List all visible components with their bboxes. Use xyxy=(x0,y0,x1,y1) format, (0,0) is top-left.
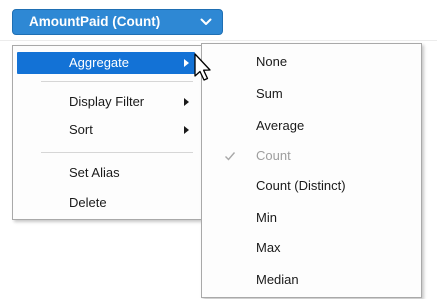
submenu-item-none[interactable]: None xyxy=(204,50,419,74)
submenu-item-label: Sum xyxy=(256,86,283,101)
menu-item-aggregate[interactable]: Aggregate xyxy=(17,52,195,74)
chevron-down-icon xyxy=(200,18,212,25)
submenu-item-max[interactable]: Max xyxy=(204,236,419,260)
submenu-item-average[interactable]: Average xyxy=(204,114,419,138)
submenu-item-count-distinct[interactable]: Count (Distinct) xyxy=(204,174,419,198)
submenu-item-sum[interactable]: Sum xyxy=(204,82,419,106)
submenu-item-count: Count xyxy=(204,144,419,168)
submenu-item-label: Max xyxy=(256,240,281,255)
submenu-item-label: Count (Distinct) xyxy=(256,178,346,193)
submenu-item-label: Min xyxy=(256,210,277,225)
submenu-item-label: Median xyxy=(256,272,299,287)
mouse-pointer-icon xyxy=(194,53,211,81)
field-pill-label: AmountPaid (Count) xyxy=(29,14,161,29)
menu-item-label: Display Filter xyxy=(69,94,145,109)
menu-separator xyxy=(41,152,193,153)
check-icon xyxy=(225,152,236,161)
menu-item-label: Set Alias xyxy=(69,165,120,180)
submenu-item-label: Count xyxy=(256,148,291,163)
menu-item-label: Aggregate xyxy=(69,55,129,70)
menu-item-delete[interactable]: Delete xyxy=(17,192,195,214)
menu-item-sort[interactable]: Sort xyxy=(17,119,195,141)
menu-separator xyxy=(41,81,193,82)
submenu-arrow-icon xyxy=(184,59,189,67)
shelf-divider xyxy=(0,40,437,41)
submenu-item-label: None xyxy=(256,54,288,69)
field-context-menu: Aggregate Display Filter Sort Set Alias … xyxy=(12,45,202,220)
submenu-item-label: Average xyxy=(256,118,305,133)
field-pill-amountpaid[interactable]: AmountPaid (Count) xyxy=(12,9,223,35)
aggregate-submenu: None Sum Average Count Count (Distinct) … xyxy=(201,43,422,298)
menu-item-display-filter[interactable]: Display Filter xyxy=(17,91,195,113)
submenu-item-min[interactable]: Min xyxy=(204,206,419,230)
submenu-item-median[interactable]: Median xyxy=(204,268,419,292)
menu-item-set-alias[interactable]: Set Alias xyxy=(17,162,195,184)
submenu-arrow-icon xyxy=(184,126,189,134)
menu-item-label: Delete xyxy=(69,195,107,210)
submenu-arrow-icon xyxy=(184,98,189,106)
menu-item-label: Sort xyxy=(69,122,93,137)
